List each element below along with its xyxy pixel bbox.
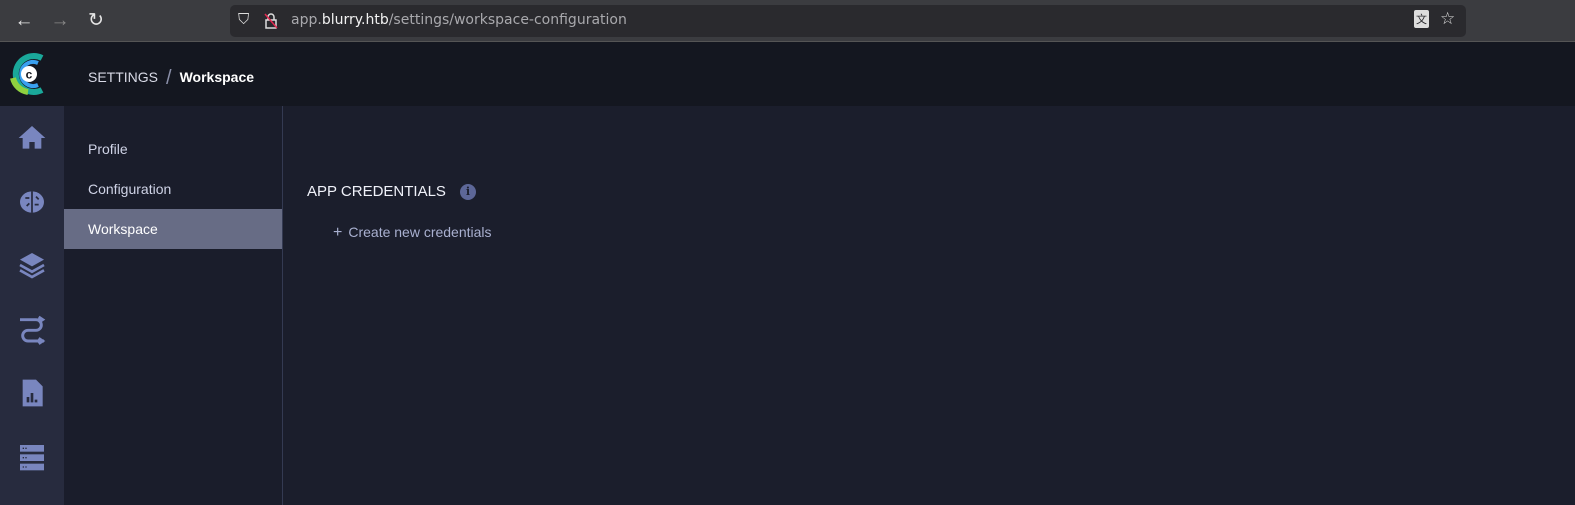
url-prefix: app. bbox=[291, 12, 322, 28]
insecure-lock-icon[interactable] bbox=[264, 13, 278, 29]
back-button[interactable]: ← bbox=[11, 8, 37, 34]
translate-icon[interactable]: 文 bbox=[1414, 10, 1429, 28]
bookmark-star-icon[interactable]: ☆ bbox=[1440, 9, 1455, 29]
forward-button[interactable]: → bbox=[47, 8, 73, 34]
subnav-item-profile[interactable]: Profile bbox=[64, 129, 282, 169]
shield-icon[interactable]: ⛉ bbox=[238, 11, 249, 28]
subnav-item-configuration[interactable]: Configuration bbox=[64, 169, 282, 209]
settings-subnav: Profile Configuration Workspace bbox=[64, 106, 283, 505]
svg-text:c: c bbox=[26, 68, 33, 82]
create-credentials-label: Create new credentials bbox=[348, 224, 492, 240]
pipelines-icon[interactable] bbox=[16, 313, 48, 345]
subnav-item-workspace[interactable]: Workspace bbox=[64, 209, 282, 249]
url-domain: blurry.htb bbox=[321, 12, 389, 28]
reload-button[interactable]: ↻ bbox=[83, 8, 109, 34]
info-icon[interactable]: i bbox=[460, 184, 476, 200]
url-text[interactable]: app.blurry.htb/settings/workspace-config… bbox=[291, 12, 627, 28]
datastore-icon[interactable] bbox=[16, 441, 48, 473]
breadcrumb-current: Workspace bbox=[179, 69, 255, 85]
home-icon[interactable] bbox=[16, 122, 48, 154]
app-logo[interactable]: c bbox=[8, 50, 50, 98]
browser-toolbar: ← → ↻ ⛉ app.blurry.htb/settings/workspac… bbox=[0, 0, 1575, 42]
create-credentials-button[interactable]: + Create new credentials bbox=[333, 224, 492, 242]
icon-rail bbox=[0, 106, 64, 505]
url-path: /settings/workspace-configuration bbox=[388, 12, 627, 28]
breadcrumb: SETTINGS / Workspace bbox=[88, 65, 255, 89]
reports-icon[interactable] bbox=[16, 377, 48, 409]
url-bar[interactable]: ⛉ app.blurry.htb/settings/workspace-conf… bbox=[230, 5, 1466, 37]
brain-icon[interactable] bbox=[16, 186, 48, 218]
section-title: APP CREDENTIALS bbox=[307, 183, 446, 200]
breadcrumb-settings[interactable]: SETTINGS bbox=[88, 69, 158, 85]
plus-icon: + bbox=[333, 224, 343, 241]
breadcrumb-separator: / bbox=[166, 67, 172, 89]
layers-icon[interactable] bbox=[16, 249, 48, 281]
